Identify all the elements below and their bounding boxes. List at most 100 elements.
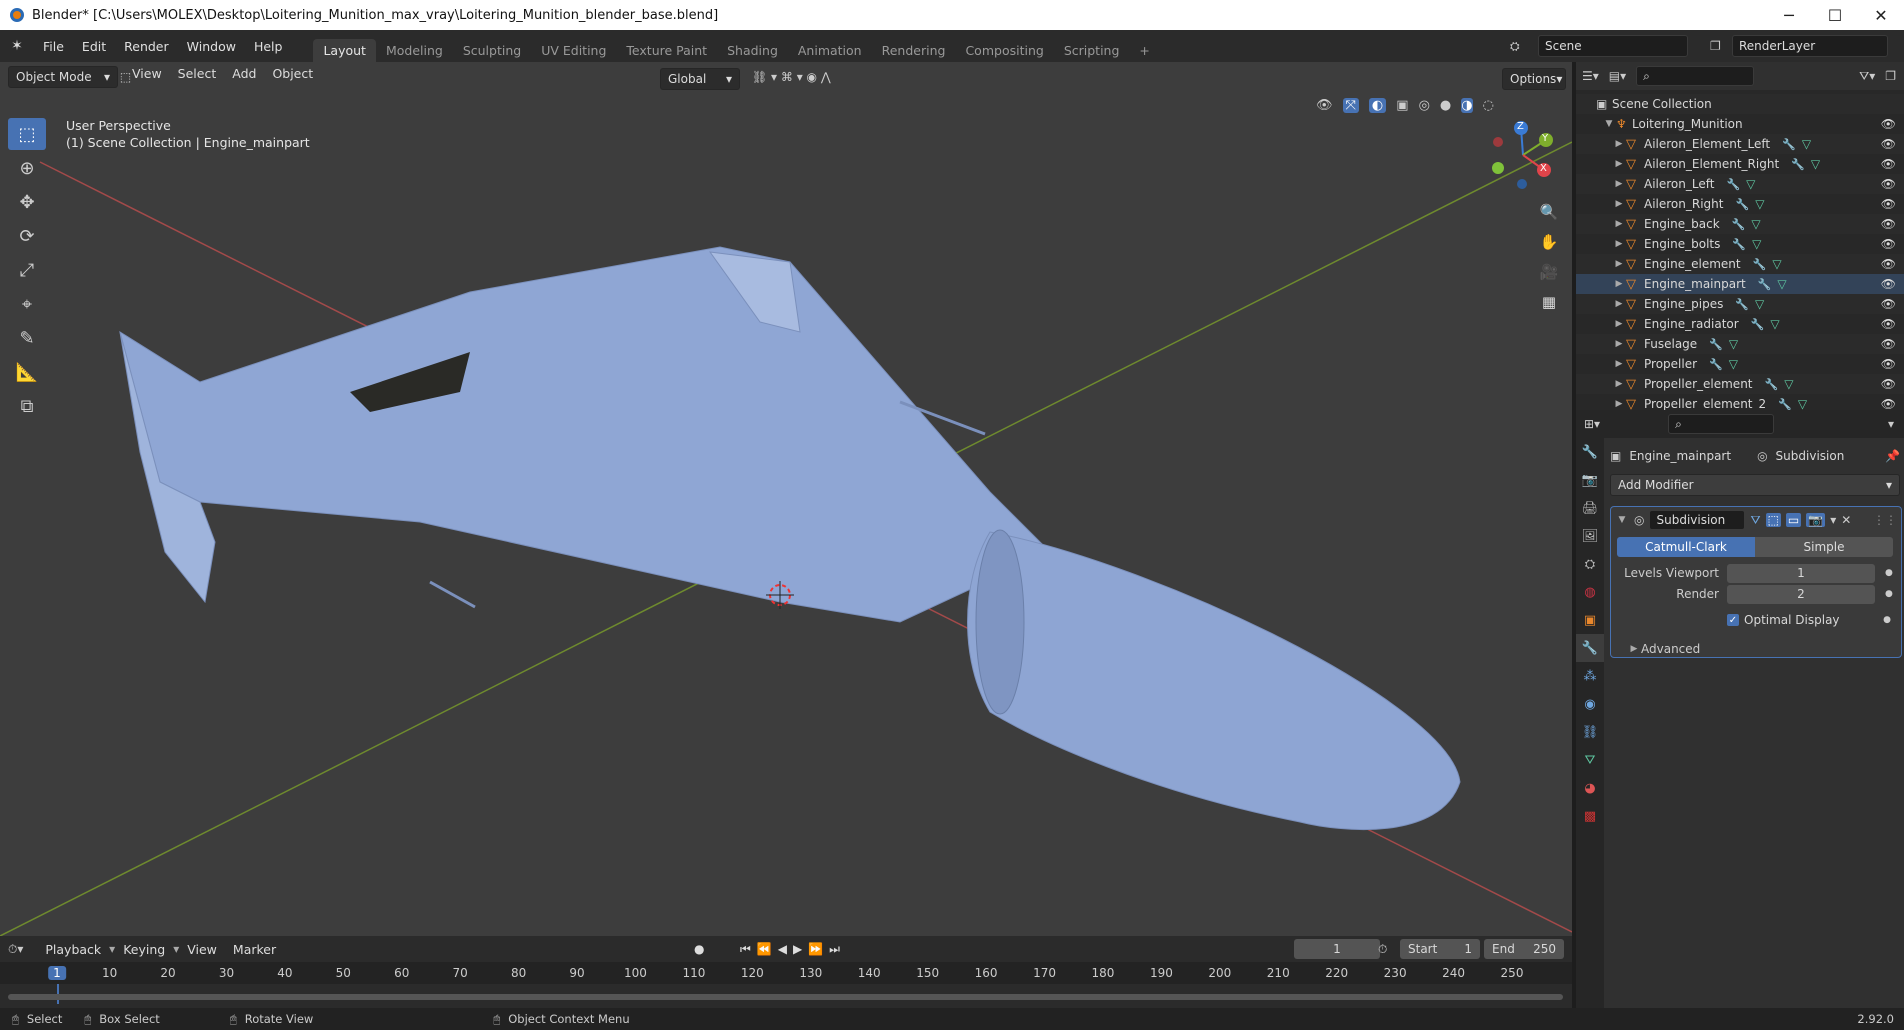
visibility-eye-icon[interactable]: 👁 <box>1881 277 1896 291</box>
cursor-tool-icon[interactable]: ⊕ <box>8 152 46 184</box>
playback-controls[interactable]: ⏮⏪◀▶⏩⏭ <box>740 942 846 957</box>
timeline-menu-view[interactable]: View <box>179 942 225 957</box>
scene-tab-icon[interactable]: ⛭ <box>1576 550 1604 578</box>
end-frame-field[interactable]: End 250 <box>1484 939 1564 959</box>
expand-arrow-icon[interactable]: ▶ <box>1612 139 1626 149</box>
blender-menu-icon[interactable]: ✶ <box>0 38 34 54</box>
outliner-item[interactable]: ▶ ▽ Aileron_Element_Left 🔧 ▽ 👁 <box>1576 134 1904 154</box>
expand-arrow-icon[interactable]: ▶ <box>1612 219 1626 229</box>
remove-modifier-icon[interactable]: ✕ <box>1841 513 1851 527</box>
mesh-data-icon[interactable]: ▽ <box>1746 177 1755 191</box>
modifier-wrench-icon[interactable]: 🔧 <box>1765 378 1779 391</box>
simple-button[interactable]: Simple <box>1755 537 1893 557</box>
timeline-menu-keying[interactable]: Keying <box>115 942 173 957</box>
scale-tool-icon[interactable]: ⤢ <box>8 254 46 286</box>
new-collection-icon[interactable]: ❐ <box>1885 69 1896 83</box>
modifier-wrench-icon[interactable]: 🔧 <box>1709 338 1723 351</box>
mesh-data-icon[interactable]: ▽ <box>1755 197 1764 211</box>
modifier-wrench-icon[interactable]: 🔧 <box>1751 318 1765 331</box>
outliner-item[interactable]: ▶ ▽ Engine_back 🔧 ▽ 👁 <box>1576 214 1904 234</box>
outliner-item[interactable]: ▶ ▽ Propeller 🔧 ▽ 👁 <box>1576 354 1904 374</box>
outliner-item[interactable]: ▶ ▽ Engine_bolts 🔧 ▽ 👁 <box>1576 234 1904 254</box>
visibility-eye-icon[interactable]: 👁 <box>1881 397 1896 411</box>
display-mode-icon[interactable]: ▤▾ <box>1609 69 1626 83</box>
tab-modeling[interactable]: Modeling <box>376 39 453 62</box>
outliner-search-input[interactable]: ⌕ <box>1636 66 1755 86</box>
keyframe-dot-icon[interactable]: ● <box>1885 589 1893 599</box>
outliner-item[interactable]: ▶ ▽ Aileron_Element_Right 🔧 ▽ 👁 <box>1576 154 1904 174</box>
drag-handle-icon[interactable]: ⋮⋮ <box>1873 513 1897 527</box>
tab-scripting[interactable]: Scripting <box>1054 39 1130 62</box>
measure-tool-icon[interactable]: 📐 <box>8 356 46 388</box>
outliner-item[interactable]: ▶ ▽ Aileron_Right 🔧 ▽ 👁 <box>1576 194 1904 214</box>
expand-arrow-icon[interactable]: ▶ <box>1612 379 1626 389</box>
viewport-menu-view[interactable]: View <box>124 66 170 81</box>
collection-row[interactable]: ▼ ♆ Loitering_Munition 👁 <box>1576 114 1904 134</box>
expand-arrow-icon[interactable]: ▶ <box>1612 259 1626 269</box>
render-toggle-icon[interactable]: 📷 <box>1806 513 1826 527</box>
mesh-data-icon[interactable]: ▽ <box>1729 337 1738 351</box>
visibility-eye-icon[interactable]: 👁 <box>1881 177 1896 191</box>
expand-arrow-icon[interactable]: ▶ <box>1612 359 1626 369</box>
expand-arrow-icon[interactable]: ▶ <box>1612 319 1626 329</box>
mesh-data-icon[interactable]: ▽ <box>1772 257 1781 271</box>
modifier-tab-icon[interactable]: 🔧 <box>1576 634 1604 662</box>
outliner-editor-icon[interactable]: ☰▾ <box>1582 69 1599 83</box>
view-layer-selector[interactable]: RenderLayer <box>1732 35 1888 57</box>
viewport-menu-select[interactable]: Select <box>170 66 225 81</box>
visibility-eye-icon[interactable]: 👁 <box>1881 297 1896 311</box>
chevron-down-icon[interactable]: ▾ <box>1830 513 1836 527</box>
tab-shading[interactable]: Shading <box>717 39 788 62</box>
modifier-wrench-icon[interactable]: 🔧 <box>1753 258 1767 271</box>
visibility-eye-icon[interactable]: 👁 <box>1881 257 1896 271</box>
collapse-arrow-icon[interactable]: ▼ <box>1602 119 1616 129</box>
modifier-wrench-icon[interactable]: 🔧 <box>1791 158 1805 171</box>
timeline-editor-icon[interactable]: ⏱▾ <box>8 942 23 957</box>
edit-mode-toggle-icon[interactable]: ⛛ <box>1750 513 1760 528</box>
camera-view-icon[interactable]: 🎥 <box>1535 258 1563 286</box>
keyframe-dot-icon[interactable]: ● <box>1883 615 1891 625</box>
gizmo-toggle-icon[interactable]: ⤧ <box>1342 98 1359 113</box>
annotate-tool-icon[interactable]: ✎ <box>8 322 46 354</box>
timeline-scrollbar[interactable] <box>8 994 1563 1000</box>
add-modifier-dropdown[interactable]: Add Modifier ▾ <box>1610 474 1900 496</box>
mesh-data-icon[interactable]: ▽ <box>1755 297 1764 311</box>
menu-window[interactable]: Window <box>178 39 245 54</box>
select-box-tool-icon[interactable]: ⬚ <box>8 118 46 150</box>
record-icon[interactable]: ● <box>694 942 704 956</box>
tab-texture-paint[interactable]: Texture Paint <box>616 39 717 62</box>
mesh-data-icon[interactable]: ▽ <box>1798 397 1807 411</box>
mesh-data-icon[interactable]: ▽ <box>1752 237 1761 251</box>
visibility-eye-icon[interactable]: 👁 <box>1881 197 1896 211</box>
optimal-display-checkbox[interactable]: ✓ <box>1727 614 1739 626</box>
modifier-wrench-icon[interactable]: 🔧 <box>1758 278 1772 291</box>
zoom-icon[interactable]: 🔍 <box>1535 198 1563 226</box>
modifier-wrench-icon[interactable]: 🔧 <box>1778 398 1792 411</box>
clock-icon[interactable]: ⏱ <box>1378 942 1387 957</box>
object-mode-dropdown[interactable]: Object Mode ▾ <box>8 66 118 88</box>
xray-icon[interactable]: ▣ <box>1396 98 1408 113</box>
start-frame-field[interactable]: Start 1 <box>1400 939 1480 959</box>
timeline-menu-marker[interactable]: Marker <box>225 942 284 957</box>
visibility-eye-icon[interactable]: 👁 <box>1881 217 1896 231</box>
mesh-data-icon[interactable]: ▽ <box>1784 377 1793 391</box>
catmull-clark-button[interactable]: Catmull-Clark <box>1617 537 1755 557</box>
solid-shading-icon[interactable]: ● <box>1440 98 1451 113</box>
mesh-data-icon[interactable]: ▽ <box>1751 217 1760 231</box>
visibility-eye-icon[interactable]: 👁 <box>1881 117 1896 131</box>
data-tab-icon[interactable]: ⛛ <box>1576 746 1604 774</box>
mesh-data-icon[interactable]: ▽ <box>1729 357 1738 371</box>
modifier-wrench-icon[interactable]: 🔧 <box>1735 198 1749 211</box>
transform-tool-icon[interactable]: ⌖ <box>8 288 46 320</box>
texture-tab-icon[interactable]: ▩ <box>1576 802 1604 830</box>
chevron-down-icon[interactable]: ▾ <box>1888 417 1894 431</box>
output-tab-icon[interactable]: 🖨 <box>1576 494 1604 522</box>
modifier-name-input[interactable]: Subdivision <box>1649 510 1746 530</box>
pin-icon[interactable]: 📌 <box>1885 449 1900 463</box>
outliner-item[interactable]: ▶ ▽ Propeller_element 🔧 ▽ 👁 <box>1576 374 1904 394</box>
mesh-data-icon[interactable]: ▽ <box>1802 137 1811 151</box>
tab-sculpting[interactable]: Sculpting <box>453 39 531 62</box>
maximize-button[interactable]: ☐ <box>1812 0 1858 30</box>
visibility-icon[interactable]: 👁 <box>1316 98 1333 113</box>
outliner-item[interactable]: ▶ ▽ Engine_mainpart 🔧 ▽ 👁 <box>1576 274 1904 294</box>
